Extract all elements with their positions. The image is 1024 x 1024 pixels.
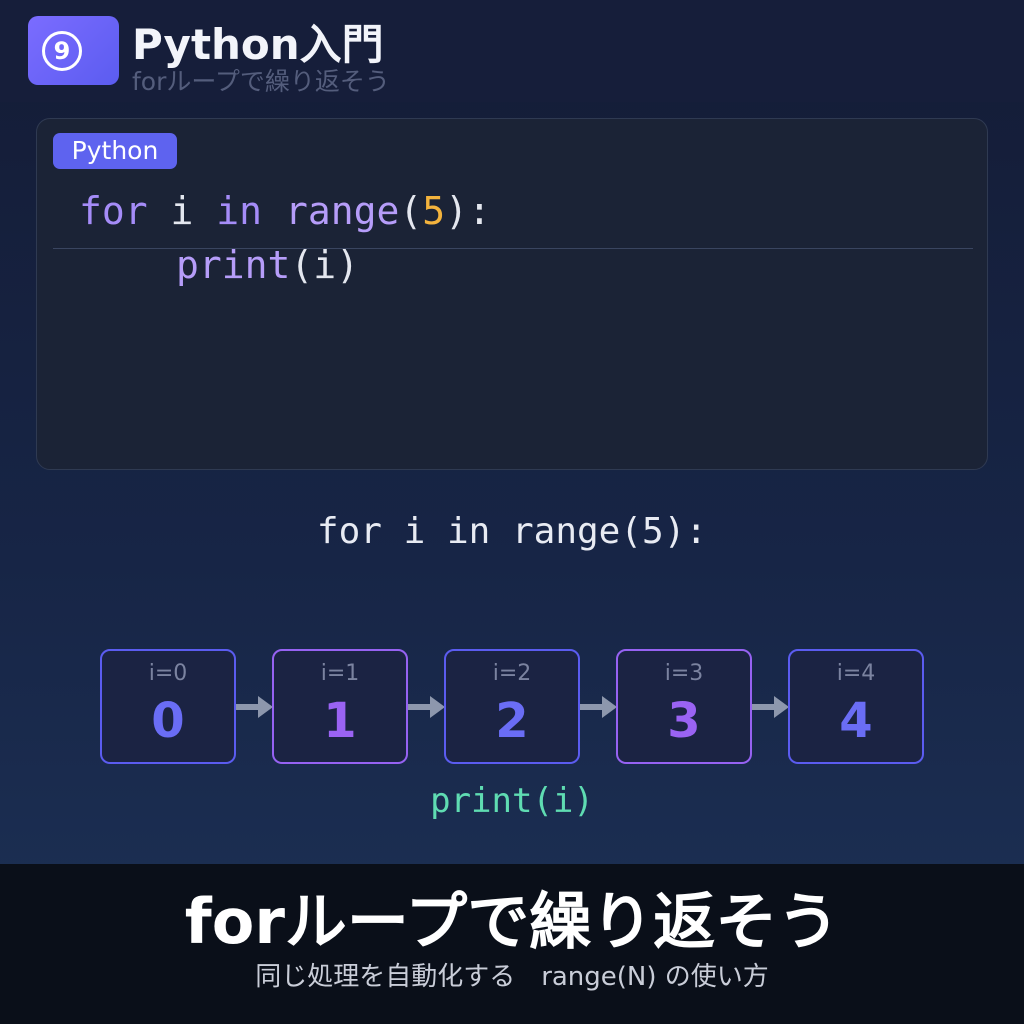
function-print: print: [176, 243, 291, 287]
footer-title: forループで繰り返そう: [184, 885, 840, 958]
function-range: range: [284, 189, 400, 233]
range-argument: 5: [422, 189, 446, 233]
iteration-label: i=0: [148, 661, 188, 686]
code-line-2: print(i): [176, 241, 359, 289]
iteration-value: 3: [667, 693, 701, 749]
iteration-box: i=4 4: [788, 649, 924, 764]
code-panel: Python for i in range(5): print(i): [36, 118, 988, 470]
iteration-label: i=1: [320, 661, 360, 686]
iteration-label: i=2: [492, 661, 532, 686]
print-args: (i): [290, 243, 360, 287]
iteration-label: i=3: [664, 661, 704, 686]
lesson-number: 9: [42, 31, 82, 71]
arrow-right-icon: [236, 696, 273, 718]
loop-variable: i: [147, 189, 217, 233]
iteration-box: i=2 2: [444, 649, 580, 764]
iteration-box: i=0 0: [100, 649, 236, 764]
iteration-value: 0: [151, 693, 185, 749]
footer-subtitle: 同じ処理を自動化する range(N) の使い方: [255, 962, 769, 992]
keyword-in: in: [216, 189, 263, 233]
iteration-value: 1: [323, 693, 357, 749]
paren-open: (: [399, 189, 423, 233]
lesson-badge: 9: [28, 16, 119, 85]
iteration-label: i=4: [836, 661, 876, 686]
iteration-box: i=1 1: [272, 649, 408, 764]
print-label: print(i): [430, 781, 594, 821]
loop-heading: for i in range(5):: [316, 511, 708, 552]
page-title: Python入門: [132, 20, 384, 69]
arrow-right-icon: [752, 696, 789, 718]
arrow-right-icon: [580, 696, 617, 718]
header: 9 Python入門 forループで繰り返そう: [0, 0, 1024, 102]
keyword-for: for: [79, 189, 148, 233]
page-subtitle: forループで繰り返そう: [132, 67, 390, 96]
footer: forループで繰り返そう 同じ処理を自動化する range(N) の使い方: [0, 864, 1024, 1024]
iteration-value: 2: [495, 693, 529, 749]
paren-close-colon: ):: [445, 189, 491, 233]
code-line-1: for i in range(5):: [79, 187, 491, 235]
iteration-value: 4: [839, 693, 873, 749]
iteration-box: i=3 3: [616, 649, 752, 764]
language-tag: Python: [53, 133, 177, 169]
arrow-right-icon: [408, 696, 445, 718]
